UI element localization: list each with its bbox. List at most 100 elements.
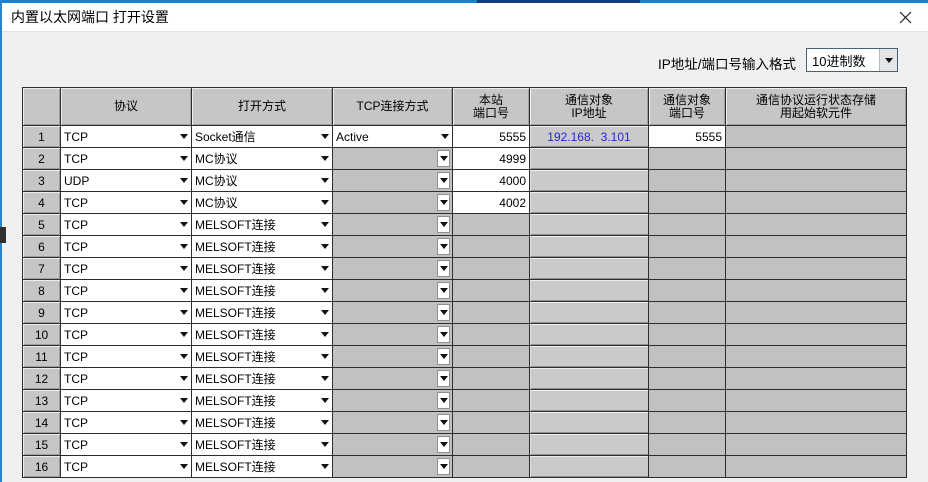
dest-ip-cell <box>530 324 649 346</box>
background-window-artifact <box>0 227 6 243</box>
open-method-value: MELSOFT连接 <box>192 326 317 343</box>
dropdown-arrow-icon <box>437 304 450 321</box>
dest-port-cell <box>649 346 726 368</box>
protocol-value: TCP <box>61 394 176 408</box>
dest-port-cell <box>649 390 726 412</box>
dropdown-arrow-icon <box>437 238 450 255</box>
start-device-cell <box>726 368 907 390</box>
local-port-cell <box>453 214 530 236</box>
row-number: 4 <box>23 192 61 214</box>
open-method-dropdown[interactable]: MELSOFT连接 <box>192 456 333 478</box>
dropdown-arrow-icon <box>176 324 191 345</box>
protocol-dropdown[interactable]: TCP <box>61 368 192 390</box>
open-method-dropdown[interactable]: MELSOFT连接 <box>192 236 333 258</box>
dest-ip-cell <box>530 214 649 236</box>
protocol-dropdown[interactable]: TCP <box>61 412 192 434</box>
tcp-connection-dropdown <box>333 434 453 456</box>
open-method-dropdown[interactable]: MC协议 <box>192 170 333 192</box>
dropdown-arrow-icon <box>437 414 450 431</box>
local-port-cell[interactable]: 5555 <box>453 126 530 148</box>
protocol-value: TCP <box>61 350 176 364</box>
dest-ip-cell <box>530 390 649 412</box>
tcp-connection-dropdown <box>333 456 453 478</box>
dropdown-arrow-icon <box>317 346 332 367</box>
local-port-cell[interactable]: 4999 <box>453 148 530 170</box>
dropdown-arrow-icon <box>176 170 191 191</box>
open-method-dropdown[interactable]: MELSOFT连接 <box>192 214 333 236</box>
protocol-dropdown[interactable]: TCP <box>61 390 192 412</box>
protocol-dropdown[interactable]: TCP <box>61 126 192 148</box>
protocol-dropdown[interactable]: TCP <box>61 324 192 346</box>
open-method-dropdown[interactable]: MELSOFT连接 <box>192 346 333 368</box>
protocol-value: TCP <box>61 240 176 254</box>
open-method-dropdown[interactable]: MELSOFT连接 <box>192 302 333 324</box>
dest-port-cell[interactable]: 5555 <box>649 126 726 148</box>
local-port-cell <box>453 412 530 434</box>
row-number: 5 <box>23 214 61 236</box>
open-method-dropdown[interactable]: MELSOFT连接 <box>192 434 333 456</box>
input-format-select[interactable]: 10进制数 <box>806 48 898 72</box>
protocol-dropdown[interactable]: TCP <box>61 280 192 302</box>
protocol-dropdown[interactable]: UDP <box>61 170 192 192</box>
row-number: 10 <box>23 324 61 346</box>
protocol-dropdown[interactable]: TCP <box>61 236 192 258</box>
open-method-dropdown[interactable]: MELSOFT连接 <box>192 324 333 346</box>
dropdown-arrow-icon <box>317 280 332 301</box>
dest-port-cell <box>649 236 726 258</box>
protocol-dropdown[interactable]: TCP <box>61 302 192 324</box>
dropdown-arrow-icon <box>176 302 191 323</box>
open-method-dropdown[interactable]: MELSOFT连接 <box>192 412 333 434</box>
protocol-dropdown[interactable]: TCP <box>61 148 192 170</box>
tcp-connection-dropdown <box>333 346 453 368</box>
dest-ip-cell <box>530 456 649 478</box>
local-port-cell[interactable]: 4002 <box>453 192 530 214</box>
protocol-value: TCP <box>61 196 176 210</box>
dropdown-arrow-icon <box>176 368 191 389</box>
dropdown-arrow-icon <box>317 412 332 433</box>
dropdown-arrow-icon <box>317 258 332 279</box>
open-method-dropdown[interactable]: MELSOFT连接 <box>192 258 333 280</box>
protocol-dropdown[interactable]: TCP <box>61 192 192 214</box>
row-number: 8 <box>23 280 61 302</box>
dropdown-arrow-icon <box>176 346 191 367</box>
open-method-value: MELSOFT连接 <box>192 238 317 255</box>
open-method-dropdown[interactable]: Socket通信 <box>192 126 333 148</box>
tcp-connection-dropdown <box>333 412 453 434</box>
protocol-value: TCP <box>61 306 176 320</box>
start-device-cell <box>726 258 907 280</box>
dropdown-arrow-icon <box>437 126 452 147</box>
dest-port-cell <box>649 302 726 324</box>
protocol-value: TCP <box>61 262 176 276</box>
local-port-cell <box>453 302 530 324</box>
open-method-dropdown[interactable]: MC协议 <box>192 192 333 214</box>
open-method-dropdown[interactable]: MELSOFT连接 <box>192 368 333 390</box>
start-device-cell <box>726 192 907 214</box>
open-method-dropdown[interactable]: MELSOFT连接 <box>192 280 333 302</box>
input-format-label: IP地址/端口号输入格式 <box>560 53 796 73</box>
open-method-value: MELSOFT连接 <box>192 414 317 431</box>
protocol-dropdown[interactable]: TCP <box>61 346 192 368</box>
open-method-value: MC协议 <box>192 194 317 211</box>
open-method-dropdown[interactable]: MC协议 <box>192 148 333 170</box>
tcp-connection-dropdown <box>333 236 453 258</box>
dest-port-cell <box>649 368 726 390</box>
dropdown-arrow-icon <box>437 326 450 343</box>
close-button[interactable] <box>888 3 922 31</box>
col-header-tcp-connection: TCP连接方式 <box>333 88 453 126</box>
input-format-dropdown-button[interactable] <box>879 49 897 71</box>
tcp-connection-dropdown <box>333 192 453 214</box>
dropdown-arrow-icon <box>317 214 332 235</box>
row-number: 12 <box>23 368 61 390</box>
dropdown-arrow-icon <box>176 214 191 235</box>
protocol-dropdown[interactable]: TCP <box>61 258 192 280</box>
dest-ip-cell[interactable]: 192.168. 3.101 <box>530 126 649 148</box>
protocol-dropdown[interactable]: TCP <box>61 214 192 236</box>
protocol-dropdown[interactable]: TCP <box>61 434 192 456</box>
open-method-dropdown[interactable]: MELSOFT连接 <box>192 390 333 412</box>
local-port-cell[interactable]: 4000 <box>453 170 530 192</box>
dropdown-arrow-icon <box>317 148 332 169</box>
tcp-connection-dropdown[interactable]: Active <box>333 126 453 148</box>
start-device-cell <box>726 346 907 368</box>
dropdown-arrow-icon <box>317 126 332 147</box>
protocol-dropdown[interactable]: TCP <box>61 456 192 478</box>
